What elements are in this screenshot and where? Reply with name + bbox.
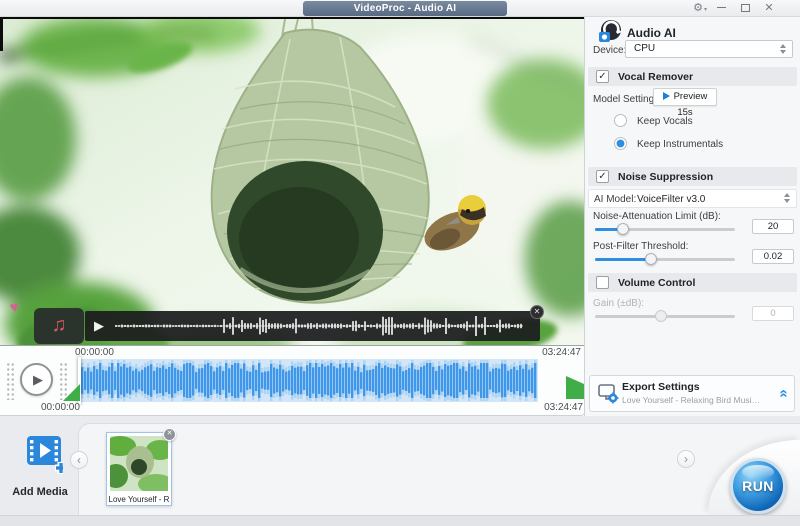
panel-title: Audio AI [627,26,676,40]
playbar-close-icon[interactable]: ✕ [530,305,544,319]
add-media-button[interactable]: Add Media [10,434,70,496]
maximize-button[interactable] [736,1,754,15]
gain-value-input [752,306,794,321]
ai-model-label: AI Model: [594,194,636,205]
app-title: VideoProc - Audio AI [303,1,507,16]
video-frame-bird-nest [0,19,584,345]
clip-thumbnail-card[interactable]: Love Yourself - R ✕ [106,432,172,506]
audio-ai-panel: Audio AI Device: CPU ✓ Vocal Remover Mod… [584,17,800,416]
preview-button[interactable]: Preview 15s [653,88,717,106]
scroll-right-button[interactable]: › [677,450,695,468]
stepper-arrows-icon[interactable] [784,193,791,203]
keep-instrumentals-label: Keep Instrumentals [637,139,723,150]
gain-slider-thumb [655,310,667,322]
model-settings-label: Model Settings: [593,94,662,105]
clip-end-time: 03:24:47 [542,347,581,358]
add-media-label: Add Media [10,486,70,498]
overlay-waveform [115,311,528,341]
timeline-panel: ▶ 00:00:00 03:24:47 00:00:00 03:24:47 [0,345,585,416]
music-note-button[interactable]: ♫ [34,308,84,344]
video-edge [0,17,3,51]
remove-clip-icon[interactable]: ✕ [163,428,176,441]
clip-thumbnail-image [110,436,168,491]
audio-waveform-track[interactable] [80,359,538,402]
minimize-icon [717,7,726,8]
drag-grip[interactable] [6,362,15,400]
close-button[interactable]: ✕ [760,1,778,15]
threshold-label: Post-Filter Threshold: [593,241,688,252]
minimize-button[interactable] [712,1,730,15]
timeline-play-button[interactable]: ▶ [20,363,53,396]
gear-caret-icon[interactable]: ▾ [704,6,707,13]
keep-instrumentals-radio[interactable] [614,137,627,150]
threshold-slider[interactable] [595,253,735,265]
stepper-arrows-icon[interactable] [780,44,787,54]
run-button[interactable]: RUN [730,458,786,514]
add-media-icon [17,434,63,478]
titlebar: VideoProc - Audio AI ⚙ ▾ ✕ [0,0,800,17]
vocal-remover-checkbox[interactable]: ✓ [596,70,609,83]
total-duration: 03:24:47 [544,402,583,413]
play-triangle-icon [663,92,670,100]
section-vocal-remover: ✓ Vocal Remover [588,67,797,86]
audio-ai-logo-icon [597,19,623,45]
overlay-play-icon[interactable]: ▶ [94,311,104,341]
attenuation-slider[interactable] [595,223,735,235]
export-filename: Love Yourself - Relaxing Bird Music.mp4 [622,395,764,405]
media-tray: Add Media ‹ Love Yourself - R ✕ › RUN [0,416,800,526]
threshold-slider-thumb[interactable] [645,253,657,265]
clip-name: Love Yourself - R [107,495,171,504]
gain-label: Gain (±dB): [593,298,644,309]
drag-grip[interactable] [59,362,68,400]
player-seek-bar[interactable]: ▶ ✕ [85,311,540,341]
ai-model-select[interactable]: AI Model: VoiceFilter v3.0 [588,189,797,208]
section-noise-suppression: ✓ Noise Suppression [588,167,797,186]
export-settings-icon [598,384,620,404]
volume-control-checkbox[interactable]: ✓ [596,276,609,289]
noise-suppression-checkbox[interactable]: ✓ [596,170,609,183]
device-label: Device: [593,45,626,56]
device-select[interactable]: CPU [625,40,793,58]
maximize-icon [741,4,750,12]
collapse-chevrons-icon[interactable]: « [775,389,792,397]
section-volume-control: ✓ Volume Control [588,273,797,292]
video-preview [0,17,584,345]
window-bottom-edge [0,515,800,526]
trim-end-handle[interactable] [566,376,584,399]
clip-list-panel [78,423,800,515]
attenuation-value-input[interactable] [752,219,794,234]
gain-slider [595,310,735,322]
export-settings-card[interactable]: Export Settings Love Yourself - Relaxing… [589,375,795,412]
attenuation-label: Noise-Attenuation Limit (dB): [593,211,721,222]
export-settings-title: Export Settings [622,381,700,393]
ai-model-value: VoiceFilter v3.0 [637,194,705,205]
threshold-value-input[interactable] [752,249,794,264]
keep-vocals-radio[interactable] [614,114,627,127]
scroll-left-button[interactable]: ‹ [70,451,88,469]
keep-vocals-label: Keep Vocals [637,116,693,127]
current-time: 00:00:00 [41,402,80,413]
attenuation-slider-thumb[interactable] [617,223,629,235]
